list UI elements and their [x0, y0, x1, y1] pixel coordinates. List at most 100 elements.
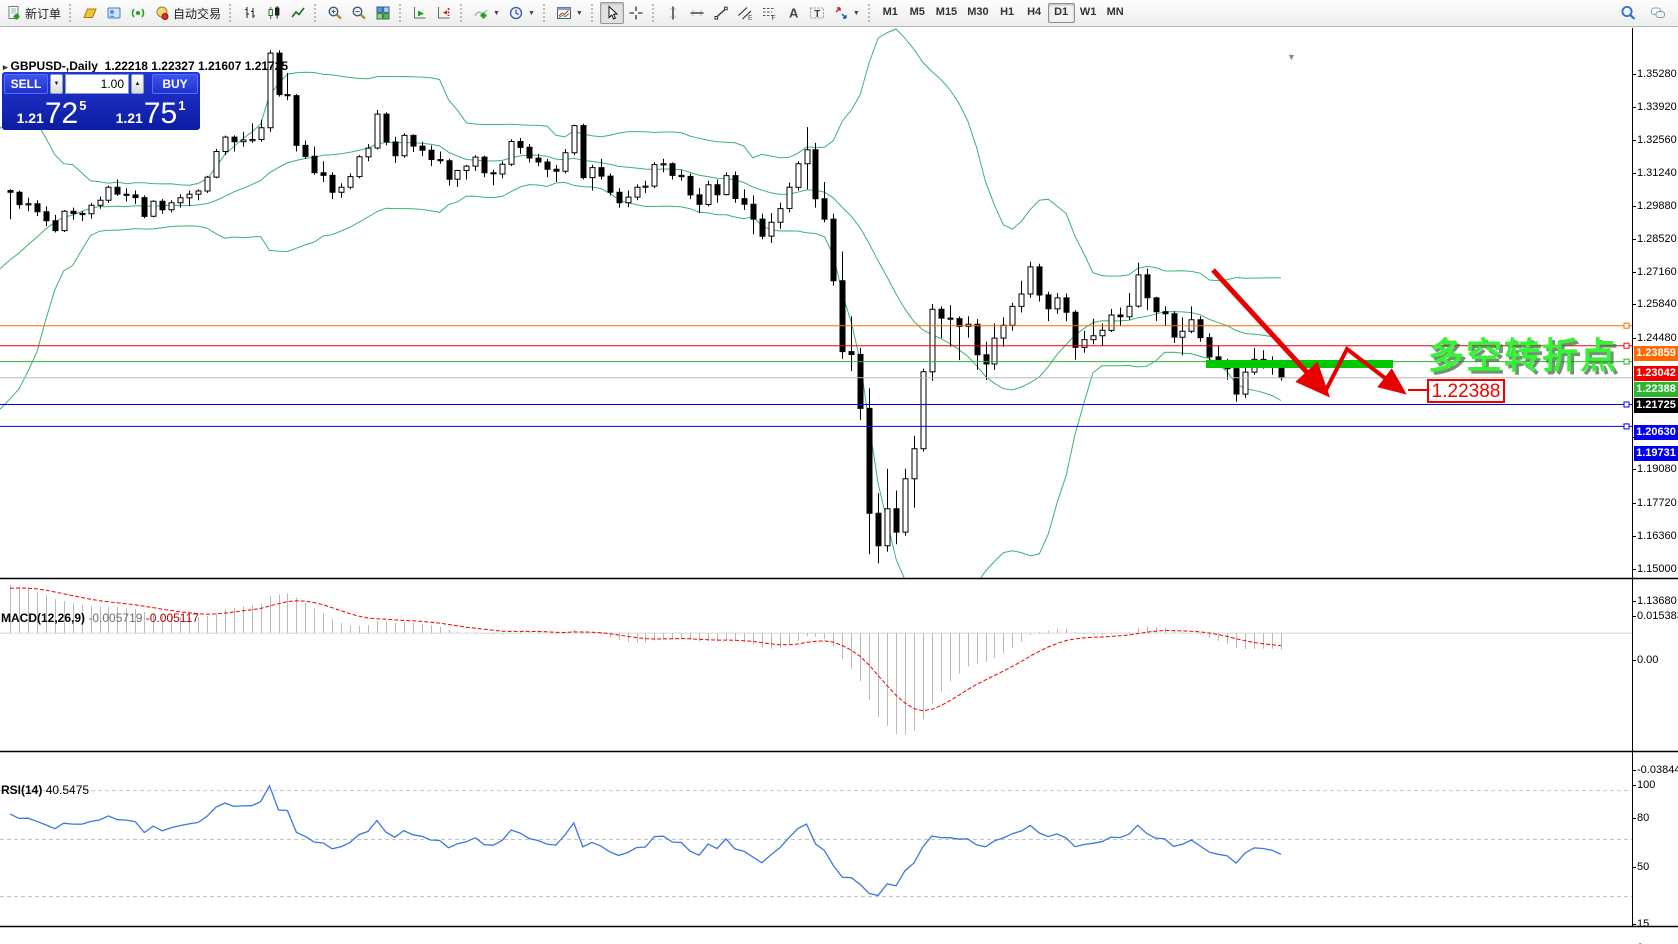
bar-chart-mode-button[interactable]: [238, 2, 262, 24]
cursor-tool-button[interactable]: [599, 2, 624, 24]
price-tag-annotation[interactable]: 1.22388: [1427, 379, 1505, 403]
tile-windows-button[interactable]: [371, 2, 395, 24]
channel-tool-button[interactable]: E: [733, 2, 757, 24]
symbol-period: GBPUSD-,Daily: [10, 59, 98, 73]
auto-scroll-button[interactable]: [408, 2, 432, 24]
mt4-window: { "toolbar": { "buttons": [ {"name":"new…: [0, 0, 1678, 944]
buy-price-display[interactable]: 1.21 75 1: [103, 96, 198, 130]
macd-tick: 0.015383: [1632, 610, 1678, 622]
timeframe-m15[interactable]: M15: [931, 3, 962, 23]
rsi-tick: 100: [1631, 779, 1656, 791]
period-button[interactable]: ▼: [504, 2, 539, 24]
zoom-in-button[interactable]: [323, 2, 347, 24]
add-indicator-button[interactable]: ▼: [469, 2, 504, 24]
price-tick: 1.27160: [1632, 266, 1677, 279]
add-indicator-icon: [473, 5, 489, 21]
rsi-line: [9, 784, 1282, 897]
chart-canvas[interactable]: [0, 28, 1678, 944]
ohlc-values: 1.22218 1.22327 1.21607 1.21725: [104, 59, 289, 73]
profiles-icon: [106, 5, 122, 21]
price-tick: 1.31240: [1632, 166, 1677, 179]
level-endpoint-marker[interactable]: [1623, 401, 1630, 408]
rsi-value: 40.5475: [45, 783, 90, 797]
buy-button[interactable]: BUY: [152, 74, 198, 94]
candlestick-mode-button[interactable]: [262, 2, 286, 24]
chart-title: ▸ GBPUSD-,Daily 1.22218 1.22327 1.21607 1…: [3, 59, 288, 73]
dropdown-arrow-icon[interactable]: ▼: [576, 10, 583, 17]
new-order-button[interactable]: 新订单: [2, 2, 65, 24]
price-tick: 1.17720: [1632, 496, 1677, 509]
vertical-line-tool-icon: [665, 5, 681, 21]
price-level-label: 1.22388: [1634, 381, 1678, 397]
level-endpoint-marker[interactable]: [1623, 423, 1630, 430]
level-endpoint-marker[interactable]: [1623, 322, 1630, 329]
bollinger-middle-band[interactable]: [0, 141, 1282, 391]
price-level-label: 1.21725: [1634, 397, 1678, 413]
price-tick: 1.33920: [1632, 101, 1677, 114]
one-click-trading-panel: SELL ▼ 1.00 ▲ BUY 1.21 72 5 1.21 75 1: [2, 72, 200, 130]
macd-tick: -0.038442: [1632, 764, 1678, 776]
trendline-tool-button[interactable]: [709, 2, 733, 24]
toolbar-separator: [867, 4, 873, 22]
zoom-out-button[interactable]: [347, 2, 371, 24]
rsi-label: RSI(14) 40.5475: [1, 783, 90, 797]
macd-histogram: [10, 585, 1282, 735]
chart-shift-button[interactable]: [432, 2, 456, 24]
trend-arrow-2[interactable]: [1323, 345, 1407, 395]
timeframe-h1[interactable]: H1: [994, 3, 1021, 23]
level-endpoint-marker[interactable]: [1623, 342, 1630, 349]
dropdown-arrow-icon[interactable]: ▼: [853, 10, 860, 17]
line-chart-mode-button[interactable]: [286, 2, 310, 24]
sell-price-display[interactable]: 1.21 72 5: [4, 96, 99, 130]
crosshair-tool-button[interactable]: [624, 2, 648, 24]
horizontal-line-tool-icon: [689, 5, 705, 21]
timeframe-h4[interactable]: H4: [1021, 3, 1048, 23]
bollinger-lower-band[interactable]: [0, 181, 1282, 597]
autotrading-button[interactable]: 自动交易: [150, 2, 225, 24]
turning-point-annotation[interactable]: 多空转折点: [1428, 327, 1618, 379]
signals-button[interactable]: [126, 2, 150, 24]
volume-decrease-button[interactable]: ▼: [50, 74, 63, 94]
top-toolbar: 新订单 自动交易 ▼ ▼ ▼ E F A T ▼ M1 M5 M15 M30 H1 H4 D1 W1 MN: [0, 0, 1678, 27]
fibonacci-tool-button[interactable]: F: [757, 2, 781, 24]
new-chart-button[interactable]: [78, 2, 102, 24]
timeframe-m30[interactable]: M30: [962, 3, 993, 23]
chart-shift-marker-icon[interactable]: ▼: [1287, 52, 1296, 62]
vertical-line-tool-button[interactable]: [661, 2, 685, 24]
volume-increase-button[interactable]: ▲: [131, 74, 144, 94]
rsi-tick: 80: [1631, 811, 1650, 824]
collapse-caret-icon[interactable]: ▸: [3, 62, 8, 72]
level-endpoint-marker[interactable]: [1623, 358, 1630, 365]
search-button[interactable]: [1616, 2, 1640, 24]
trend-arrow-1[interactable]: [1211, 268, 1331, 398]
toolbar-separator: [460, 4, 465, 22]
volume-input[interactable]: 1.00: [65, 74, 129, 94]
timeframe-d1[interactable]: D1: [1047, 3, 1075, 23]
price-tick: 1.19080: [1632, 463, 1677, 476]
horizontal-line-tool-button[interactable]: [685, 2, 709, 24]
buy-price-big: 75: [143, 97, 178, 130]
chart-properties-button[interactable]: ▼: [552, 2, 587, 24]
macd-main-value: -0.005719: [88, 611, 143, 625]
autotrading-icon: [154, 5, 170, 21]
label-tool-icon: T: [809, 5, 825, 21]
profiles-button[interactable]: [102, 2, 126, 24]
timeframe-m5[interactable]: M5: [904, 3, 931, 23]
community-chat-button[interactable]: [1646, 2, 1670, 24]
candle-wicks: [10, 50, 1282, 564]
timeframe-m1[interactable]: M1: [877, 3, 904, 23]
candles-bullish[interactable]: [25, 52, 1258, 547]
zoom-out-icon: [351, 5, 367, 21]
arrows-tool-button[interactable]: ▼: [829, 2, 864, 24]
text-tool-button[interactable]: A: [781, 2, 805, 24]
toolbar-separator: [399, 4, 404, 22]
toolbar-separator: [542, 4, 548, 22]
price-level-label: 1.20630: [1634, 424, 1678, 440]
dropdown-arrow-icon[interactable]: ▼: [528, 10, 535, 17]
sell-button[interactable]: SELL: [4, 74, 48, 94]
timeframe-w1[interactable]: W1: [1075, 3, 1102, 23]
timeframe-mn[interactable]: MN: [1102, 3, 1129, 23]
dropdown-arrow-icon[interactable]: ▼: [493, 10, 500, 17]
label-tool-button[interactable]: T: [805, 2, 829, 24]
toolbar-separator: [590, 4, 596, 22]
